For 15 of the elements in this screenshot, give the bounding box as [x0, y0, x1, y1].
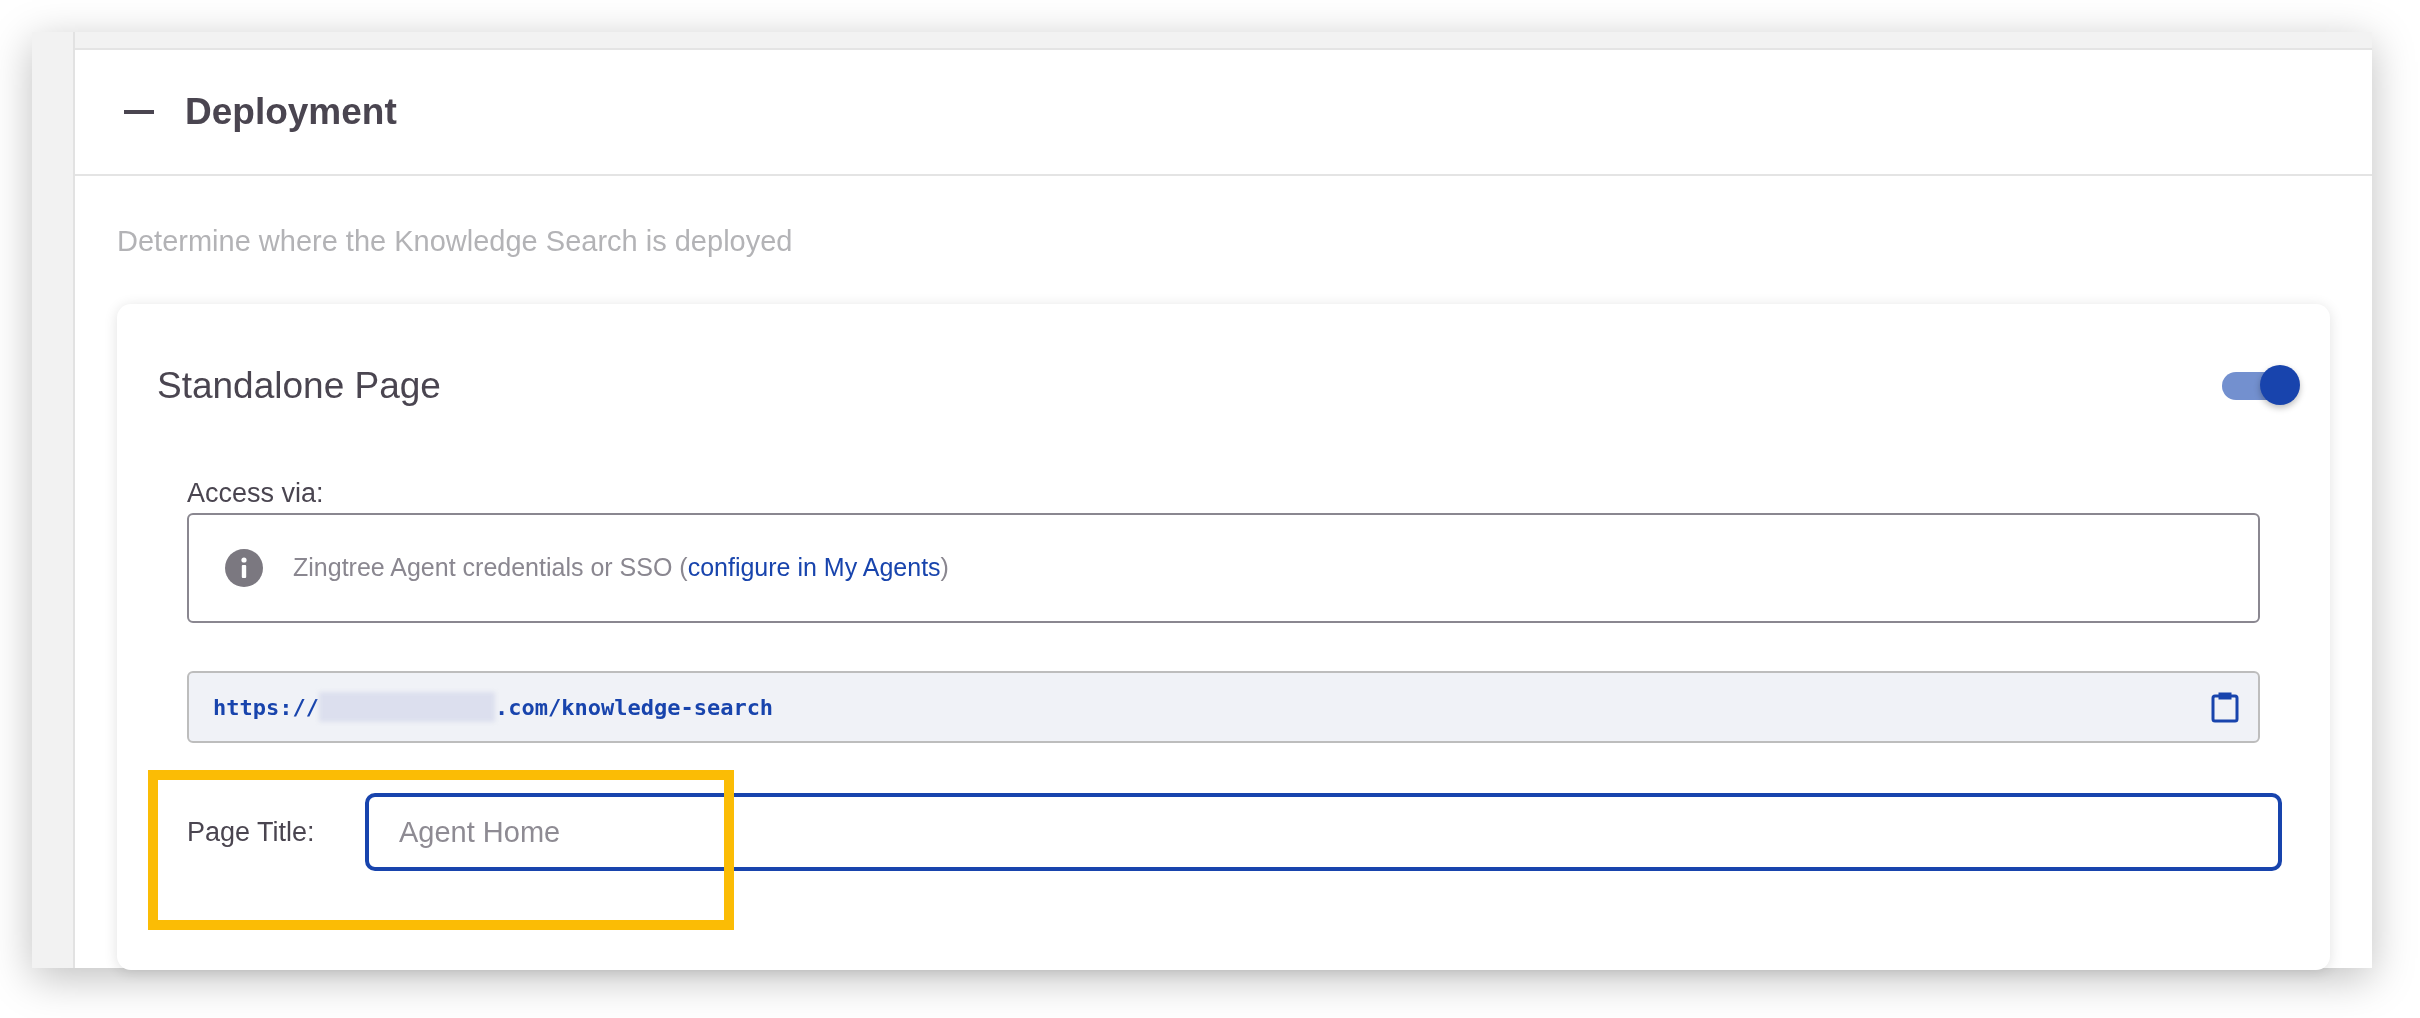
clipboard-icon: [2211, 691, 2239, 723]
access-info-text: Zingtree Agent credentials or SSO (configure in My Agents): [293, 552, 949, 584]
section-description: Determine where the Knowledge Search is deployed: [117, 224, 794, 259]
page-title-label: Page Title:: [187, 815, 316, 849]
info-icon: [225, 549, 263, 587]
url-prefix: https://: [213, 693, 319, 722]
section-title: Deployment: [185, 90, 397, 135]
access-label: Access via:: [187, 477, 325, 509]
url-suffix: .com/knowledge-search: [494, 693, 774, 722]
url-field[interactable]: https:// .com/knowledge-search: [187, 671, 2260, 743]
clipboard-button[interactable]: [2210, 691, 2240, 723]
configure-link[interactable]: configure in My Agents: [687, 553, 941, 582]
toggle-switch[interactable]: [2222, 365, 2300, 406]
page-title-input[interactable]: Agent Home: [365, 793, 2282, 871]
card-title: Standalone Page: [157, 363, 441, 408]
